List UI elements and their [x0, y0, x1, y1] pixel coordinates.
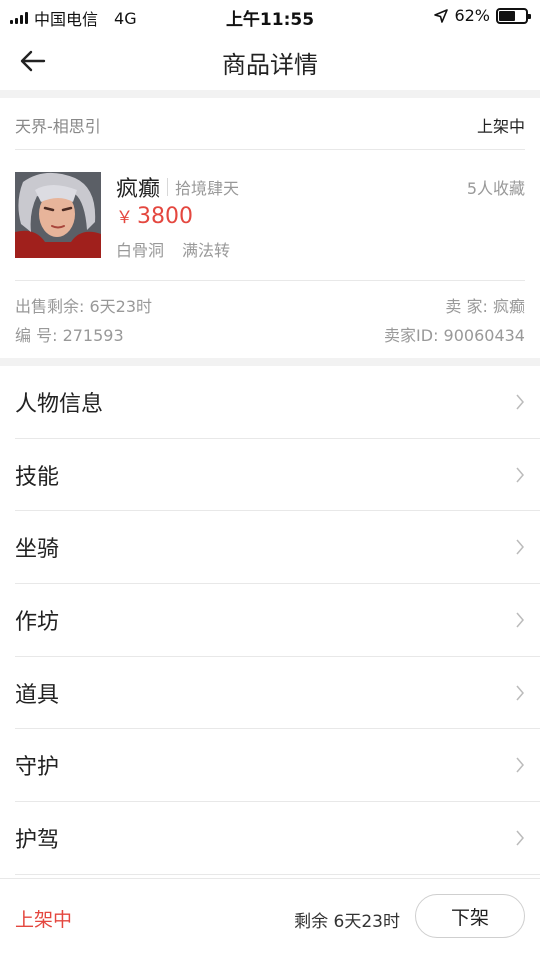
- time-left: 出售剩余: 6天23时: [15, 296, 153, 316]
- chevron-right-icon: [516, 539, 524, 555]
- battery-percent: 62%: [454, 6, 490, 25]
- product-card[interactable]: 疯癫 拾境肆天 5人收藏 ￥ 3800 白骨洞 满法转: [15, 151, 525, 281]
- character-tags: 白骨洞 满法转: [116, 237, 230, 261]
- chevron-right-icon: [516, 830, 524, 846]
- meta-row: 出售剩余: 6天23时 卖 家: 疯癫: [15, 290, 525, 319]
- menu-item-items[interactable]: 道具: [15, 657, 540, 730]
- listing-header: 天界-相思引 上架中: [15, 100, 525, 150]
- menu-item-label: 技能: [15, 464, 60, 490]
- delist-button[interactable]: 下架: [415, 894, 525, 938]
- chevron-right-icon: [516, 685, 524, 701]
- battery-icon: [496, 7, 531, 24]
- bottom-action-bar: 上架中 剩余 6天23时 下架: [0, 878, 540, 960]
- nav-bar: 商品详情: [0, 32, 540, 90]
- currency-symbol: ￥: [116, 208, 133, 228]
- menu-item-label: 道具: [15, 682, 60, 708]
- price: ￥ 3800: [116, 203, 193, 229]
- battery-level: [499, 10, 516, 21]
- character-portrait-icon: [15, 172, 101, 258]
- status-bar: 中国电信 4G 上午11:55 62%: [0, 0, 540, 32]
- seller-name: 卖 家: 疯癫: [445, 296, 525, 316]
- serial-number: 编 号: 271593: [15, 325, 124, 345]
- menu-item-label: 坐骑: [15, 537, 60, 563]
- menu-item-label: 作坊: [15, 609, 60, 635]
- listing-status: 上架中: [476, 116, 525, 136]
- status-bar-right: 62%: [434, 6, 531, 25]
- character-realm: 拾境肆天: [175, 179, 240, 198]
- menu-item-label: 守护: [15, 755, 60, 781]
- listing-meta: 出售剩余: 6天23时 卖 家: 疯癫 编 号: 271593 卖家ID: 90…: [15, 290, 525, 354]
- chevron-right-icon: [516, 467, 524, 483]
- character-avatar: [15, 172, 101, 258]
- server-name: 天界-相思引: [15, 116, 101, 136]
- chevron-right-icon: [516, 757, 524, 773]
- menu-item-guardian[interactable]: 守护: [15, 729, 540, 803]
- tag-reincarnation: 满法转: [182, 241, 231, 260]
- menu-item-mounts[interactable]: 坐骑: [15, 511, 540, 585]
- page-title: 商品详情: [222, 51, 318, 79]
- menu-item-character-info[interactable]: 人物信息: [15, 366, 540, 439]
- remaining-time: 剩余 6天23时: [294, 912, 400, 932]
- menu-item-label: 护驾: [15, 827, 60, 853]
- chevron-right-icon: [516, 612, 524, 628]
- detail-menu: 人物信息 技能 坐骑 作坊 道具 守护 护驾: [0, 366, 540, 875]
- section-divider: [0, 358, 540, 366]
- title-separator: [167, 178, 169, 196]
- price-value: 3800: [137, 204, 193, 229]
- meta-row: 编 号: 271593 卖家ID: 90060434: [15, 319, 525, 348]
- tag-sect: 白骨洞: [116, 241, 165, 260]
- section-divider: [0, 90, 540, 98]
- seller-id: 卖家ID: 90060434: [384, 325, 525, 345]
- product-title-row: 疯癫 拾境肆天: [116, 171, 239, 203]
- menu-item-escort[interactable]: 护驾: [15, 802, 540, 875]
- bottom-status: 上架中: [15, 909, 73, 931]
- location-arrow-icon: [434, 8, 449, 23]
- menu-item-label: 人物信息: [15, 391, 104, 417]
- chevron-right-icon: [516, 394, 524, 410]
- menu-item-skills[interactable]: 技能: [15, 439, 540, 512]
- character-name: 疯癫: [116, 177, 161, 202]
- menu-item-workshop[interactable]: 作坊: [15, 584, 540, 657]
- favorite-count: 5人收藏: [466, 179, 525, 198]
